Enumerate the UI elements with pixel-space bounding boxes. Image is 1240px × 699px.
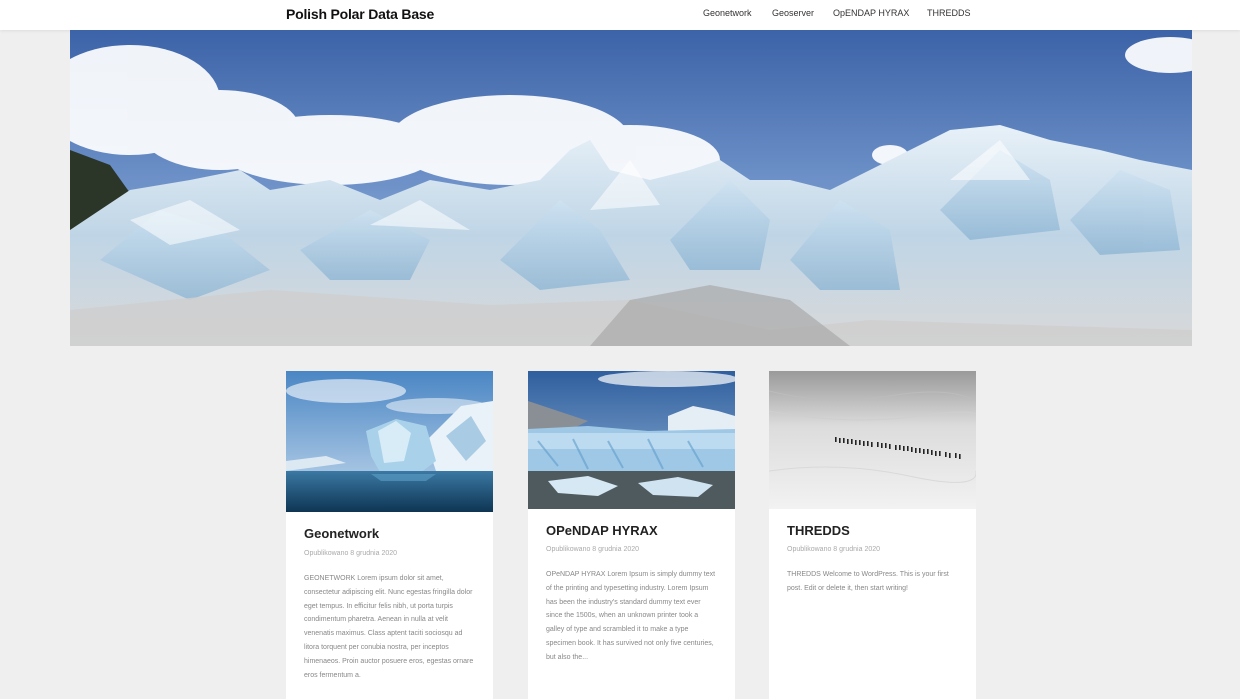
post-title[interactable]: OPeNDAP HYRAX [546, 523, 658, 538]
post-title[interactable]: Geonetwork [304, 526, 379, 541]
nav-item-opendap-hyrax[interactable]: OpENDAP HYRAX [833, 8, 909, 18]
post-card-geonetwork: Geonetwork Opublikowano 8 grudnia 2020 G… [286, 371, 493, 699]
post-date[interactable]: Opublikowano 8 grudnia 2020 [787, 546, 880, 553]
hero-banner-image [70, 30, 1192, 346]
top-navigation-bar: Polish Polar Data Base Geonetwork Geoser… [0, 0, 1240, 30]
post-thumbnail-iceberg[interactable] [286, 371, 493, 512]
post-date[interactable]: Opublikowano 8 grudnia 2020 [304, 550, 397, 557]
post-thumbnail-expedition[interactable] [769, 371, 976, 509]
site-title[interactable]: Polish Polar Data Base [286, 6, 434, 22]
nav-item-geonetwork[interactable]: Geonetwork [703, 8, 752, 18]
post-card-opendap-hyrax: OPeNDAP HYRAX Opublikowano 8 grudnia 202… [528, 371, 735, 699]
post-excerpt: GEONETWORK Lorem ipsum dolor sit amet, c… [304, 575, 474, 679]
post-thumbnail-glacier[interactable] [528, 371, 735, 509]
nav-item-thredds[interactable]: THREDDS [927, 8, 971, 18]
post-excerpt: OPeNDAP HYRAX Lorem Ipsum is simply dumm… [546, 571, 716, 661]
post-excerpt: THREDDS Welcome to WordPress. This is yo… [787, 571, 949, 592]
post-title[interactable]: THREDDS [787, 523, 850, 538]
nav-item-geoserver[interactable]: Geoserver [772, 8, 814, 18]
post-date[interactable]: Opublikowano 8 grudnia 2020 [546, 546, 639, 553]
post-card-thredds: THREDDS Opublikowano 8 grudnia 2020 THRE… [769, 371, 976, 699]
